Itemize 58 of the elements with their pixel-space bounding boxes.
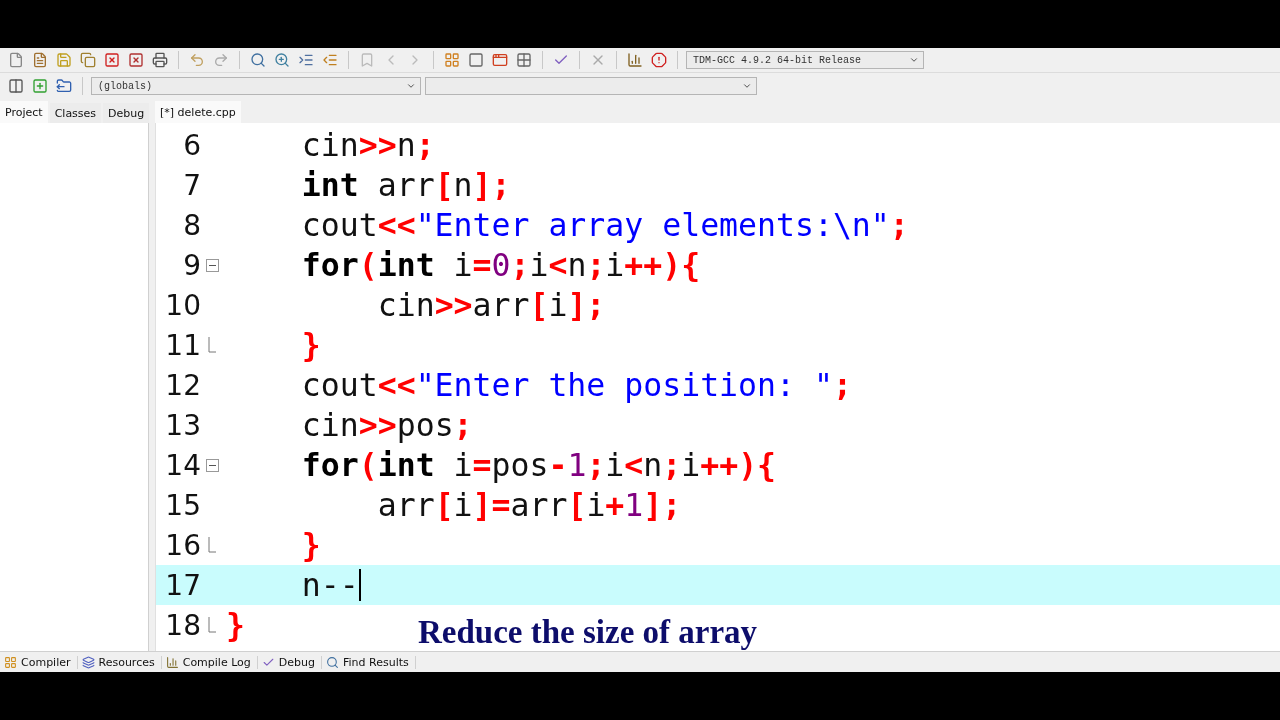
grid-icon bbox=[4, 655, 17, 669]
compiler-select[interactable]: TDM-GCC 4.9.2 64-bit Release bbox=[686, 51, 924, 69]
search-icon bbox=[326, 655, 340, 669]
layers-icon bbox=[81, 655, 95, 669]
code-editor[interactable] bbox=[155, 123, 1280, 651]
code-line: } bbox=[300, 327, 321, 363]
error-icon[interactable] bbox=[649, 50, 669, 70]
line-number: 15 bbox=[164, 488, 201, 522]
code-line: } bbox=[226, 607, 245, 643]
fold-toggle-icon[interactable] bbox=[205, 258, 219, 272]
caption: Reduce the size of array bbox=[418, 614, 758, 651]
panel-tab[interactable]: Debug bbox=[103, 103, 150, 123]
save-icon[interactable] bbox=[54, 50, 74, 70]
fold-toggle-icon[interactable] bbox=[205, 458, 219, 472]
text-cursor bbox=[358, 569, 361, 601]
panel-tab[interactable]: Classes bbox=[49, 103, 102, 123]
code-line: arr[i]=arr[i+1]; bbox=[376, 487, 682, 523]
code-line: n-- bbox=[300, 567, 361, 603]
output-tab[interactable]: Find Results bbox=[324, 655, 416, 669]
output-tab[interactable]: Compiler bbox=[2, 655, 78, 669]
grid-icon[interactable] bbox=[442, 50, 462, 70]
line-number: 17 bbox=[164, 568, 201, 602]
output-tab[interactable]: Compile Log bbox=[163, 655, 258, 669]
panel-tab[interactable]: Project bbox=[0, 101, 48, 123]
code-line: cin>>n; bbox=[300, 127, 435, 163]
line-number: 8 bbox=[182, 208, 201, 242]
grid-outline-icon[interactable] bbox=[514, 50, 534, 70]
line-number: 10 bbox=[164, 288, 201, 322]
fold-end-icon bbox=[208, 337, 216, 353]
code-line: for(int i=pos-1;i<n;i++){ bbox=[300, 447, 777, 483]
line-number: 6 bbox=[182, 128, 201, 162]
code-line: cout<<"Enter the position: "; bbox=[300, 367, 852, 403]
add-icon[interactable] bbox=[30, 76, 50, 96]
line-number: 16 bbox=[164, 528, 201, 562]
file-tab[interactable]: [*] delete.cpp bbox=[155, 101, 241, 123]
scope-select[interactable]: (globals) bbox=[91, 77, 421, 95]
code-line: cin>>arr[i]; bbox=[376, 287, 606, 323]
code-line: cin>>pos; bbox=[300, 407, 473, 443]
line-number: 13 bbox=[164, 408, 201, 442]
line-number: 14 bbox=[164, 448, 201, 482]
line-number: 12 bbox=[164, 368, 201, 402]
code-line: int arr[n]; bbox=[300, 167, 511, 203]
output-tab[interactable]: Debug bbox=[259, 655, 323, 669]
line-number: 18 bbox=[164, 608, 201, 642]
print-icon[interactable] bbox=[150, 50, 170, 70]
line-number: 7 bbox=[182, 168, 201, 202]
close-all-icon[interactable] bbox=[126, 50, 146, 70]
chart-icon bbox=[165, 655, 179, 669]
close-file-icon[interactable] bbox=[102, 50, 122, 70]
line-number: 9 bbox=[182, 248, 201, 282]
code-line: for(int i=0;i<n;i++){ bbox=[300, 247, 701, 283]
fold-end-icon bbox=[208, 537, 216, 553]
code-line: cout<<"Enter array elements:\n"; bbox=[300, 207, 909, 243]
line-number: 11 bbox=[164, 328, 201, 362]
fold-end-icon bbox=[208, 617, 216, 633]
window-icon[interactable] bbox=[466, 50, 486, 70]
output-tab[interactable]: Resources bbox=[79, 655, 162, 669]
code-line: } bbox=[300, 527, 321, 563]
